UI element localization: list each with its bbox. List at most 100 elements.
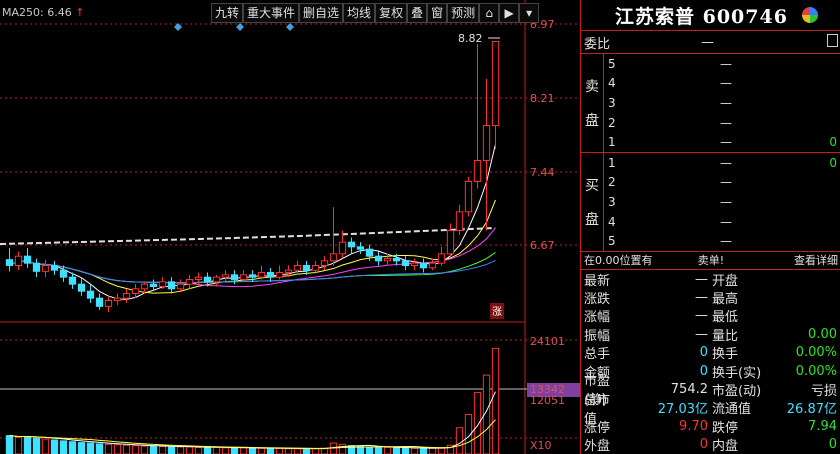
candle-body (293, 265, 302, 271)
buy-level-row: 2— (604, 173, 840, 193)
quote-value: 0.00% (795, 363, 837, 379)
forecast-button[interactable]: 预测 (447, 3, 480, 23)
candle-body (32, 262, 41, 272)
sell-order-text: 卖单! (697, 254, 725, 268)
volume-bar (212, 446, 221, 454)
ma250-label: MA250: 6.46 ↑ (2, 6, 84, 19)
sell-level-index: 5 (608, 56, 616, 71)
overlay-button[interactable]: 叠 (407, 3, 428, 23)
volume-bar (239, 447, 248, 454)
candle-body (158, 281, 167, 288)
remove-watchlist-button[interactable]: 删自选 (299, 3, 344, 23)
title-bar: 江苏索普 600746 (581, 0, 840, 31)
chart-toolbar: 九转 重大事件 删自选 均线 复权 叠 窗 预测 ⌂ ▶ ▾ (211, 3, 540, 23)
price-tick-label: 8.21 (530, 92, 555, 105)
volume-bar (77, 442, 86, 454)
volume-bar (338, 443, 347, 454)
buy-level-volume: 0 (829, 155, 837, 170)
candle-body (5, 259, 14, 266)
quote-row: 涨幅 — 最低 (581, 307, 840, 325)
candle-body (176, 283, 185, 290)
adjust-price-button[interactable]: 复权 (375, 3, 408, 23)
candle-body (86, 290, 95, 299)
sell-level-price: — (720, 115, 732, 130)
volume-bar (59, 440, 68, 454)
candle-body (185, 279, 194, 285)
price-tick-label: 7.44 (530, 166, 555, 179)
quote-row: 外盘 0 内盘 0 (581, 435, 840, 454)
buy-level-price: — (720, 194, 732, 209)
candle-body (140, 283, 149, 290)
sell-level-row: 1 — 0 (604, 132, 840, 152)
quote-value: 0.00 (808, 326, 837, 342)
candle-body (302, 265, 311, 271)
candle-body (311, 265, 320, 271)
candle-body (275, 272, 284, 278)
quote-label: 总手 (584, 347, 611, 363)
window-button[interactable]: 窗 (427, 3, 448, 23)
sell-level-row: 4— (604, 74, 840, 94)
quote-label: 量比 (712, 328, 739, 344)
candle-body (221, 274, 230, 278)
buy-level-row: 1 — 0 (604, 153, 840, 173)
candle-body (131, 288, 140, 295)
quote-value: 7.94 (808, 418, 837, 434)
dropdown-icon[interactable]: ▾ (519, 3, 540, 23)
volume-bar (374, 446, 383, 454)
order-info-bar: 在0.00位置有 卖单! 查看详细 (581, 252, 840, 270)
buy-level-row: 3— (604, 192, 840, 212)
high-price-label: 8.82 (458, 32, 483, 45)
jiuzhuan-button[interactable]: 九转 (211, 3, 244, 23)
candle-body (428, 262, 437, 269)
sell-level-index: 4 (608, 76, 616, 91)
quote-label: 涨幅 (584, 310, 611, 326)
buy-level-index: 1 (608, 155, 616, 170)
volume-bar (194, 446, 203, 454)
volume-bar (284, 448, 293, 454)
forward-icon[interactable]: ▶ (499, 3, 520, 23)
sell-level-index: 2 (608, 115, 616, 130)
weibi-row: 委比 — (581, 31, 840, 54)
limit-up-mark: 涨 (492, 306, 502, 318)
candle-body (50, 265, 59, 271)
buy-level-price: — (720, 234, 732, 249)
volume-tick-label: 24101 (530, 335, 565, 348)
kline-chart[interactable]: 8.978.217.446.678.82涨241011334212051X10 (0, 0, 580, 454)
quote-panel: 江苏索普 600746 委比 — 卖 盘 5—4—3—2—1—0 买 盘 1—0… (580, 0, 840, 454)
quote-value: — (695, 290, 708, 306)
buy-level-price: — (720, 214, 732, 229)
volume-bar (257, 447, 266, 454)
volume-bar (149, 445, 158, 454)
volume-bar (131, 445, 140, 454)
quote-label: 市盈(动) (712, 383, 762, 399)
volume-bar (383, 446, 392, 454)
lock-icon[interactable]: ⌂ (479, 3, 500, 23)
view-detail-link[interactable]: 查看详细 (753, 252, 840, 268)
volume-bar (320, 447, 329, 454)
volume-bar (455, 427, 464, 454)
sell-level-index: 1 (608, 135, 616, 150)
sell-level-row: 3— (604, 93, 840, 113)
volume-bar (392, 447, 401, 454)
volume-bar (68, 441, 77, 454)
volume-bar (248, 447, 257, 454)
volume-bar (203, 446, 212, 454)
volume-bar (185, 446, 194, 454)
checkbox-icon[interactable] (827, 34, 838, 47)
candle-body (149, 283, 158, 287)
candle-body (392, 258, 401, 262)
pie-chart-icon[interactable] (801, 7, 818, 23)
price-tick-label: 6.67 (530, 239, 555, 252)
moving-average-button[interactable]: 均线 (343, 3, 376, 23)
volume-bar (14, 436, 23, 454)
volume-bar (140, 445, 149, 454)
candle-body (419, 262, 428, 269)
candle-body (167, 281, 176, 290)
volume-bar (365, 446, 374, 454)
quote-value: 0 (699, 345, 708, 361)
quote-label: 涨停 (584, 420, 611, 436)
volume-bar (311, 448, 320, 454)
major-events-button[interactable]: 重大事件 (243, 3, 300, 23)
candle-body (113, 297, 122, 301)
quote-row: 涨跌 — 最高 (581, 288, 840, 307)
